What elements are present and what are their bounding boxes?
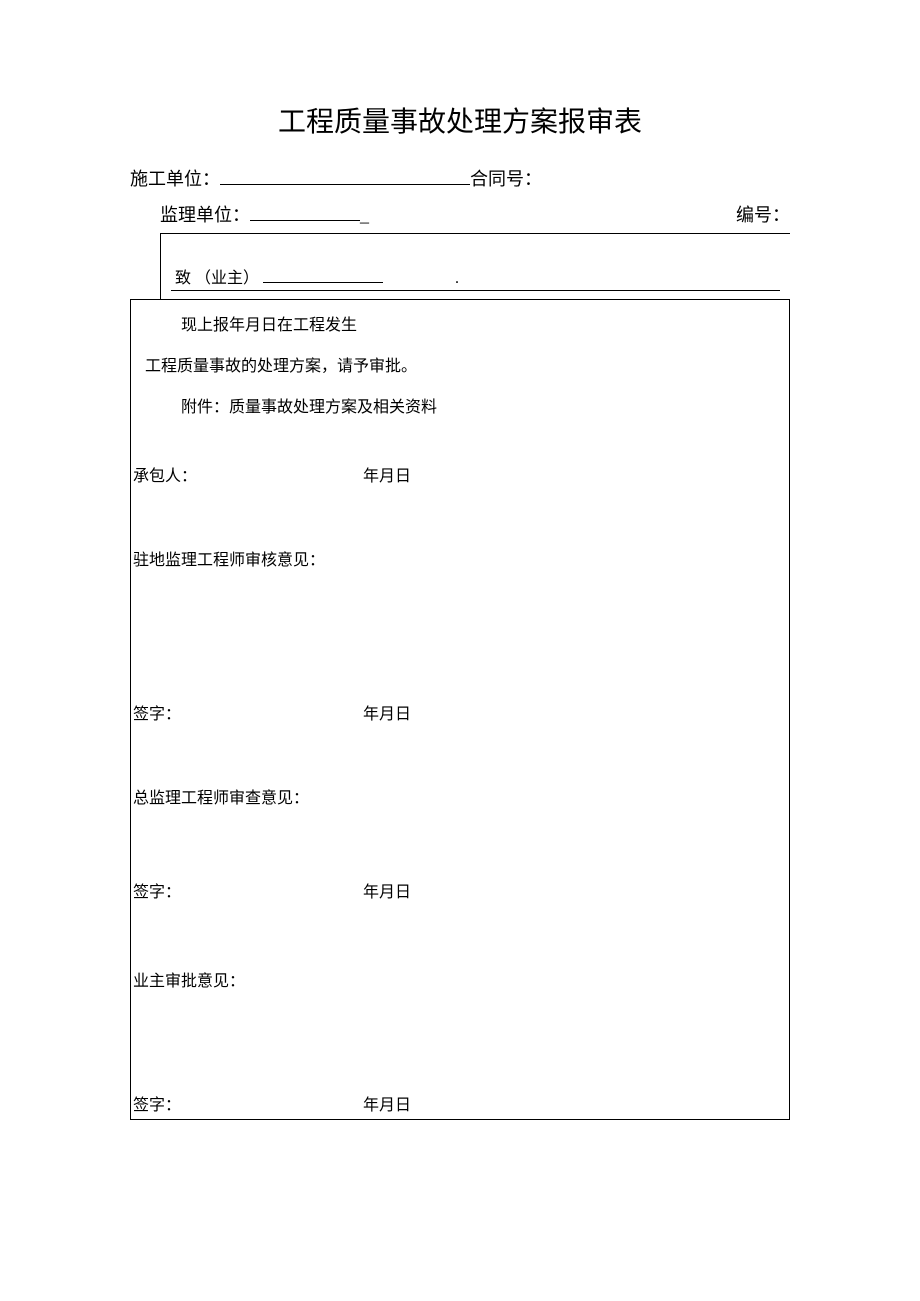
to-owner-dot: . [387, 270, 527, 288]
construction-unit-blank [220, 167, 470, 185]
report-line-2: 工程质量事故的处理方案，请予审批。 [131, 349, 789, 390]
form-box: 致 （业主） . 现上报年月日在工程发生 工程质量事故的处理方案，请予审批。 附… [130, 233, 790, 1120]
attachment-line: 附件：质量事故处理方案及相关资料 [131, 390, 789, 443]
supervision-unit-label: 监理单位： [160, 201, 250, 227]
contractor-sign-row: 承包人： 年月日 [131, 442, 789, 526]
owner-approval-label: 业主审批意见： [133, 973, 245, 990]
chief-engineer-label: 总监理工程师审查意见： [133, 790, 309, 807]
construction-unit-field: 施工单位： [130, 165, 470, 191]
chief-engineer-sign-row: 签字： 年月日 [131, 858, 789, 947]
to-owner-label: 致 （业主） [175, 264, 259, 288]
owner-approval-opinion: 业主审批意见： [131, 947, 789, 1031]
resident-engineer-date: 年月日 [363, 700, 411, 724]
resident-engineer-sign-label: 签字： [133, 700, 363, 724]
chief-engineer-opinion: 总监理工程师审查意见： [131, 764, 789, 858]
serial-no-field: 编号： [736, 201, 790, 227]
owner-sign-label: 签字： [133, 1091, 363, 1115]
contractor-date: 年月日 [363, 462, 411, 486]
serial-no-label: 编号： [736, 201, 790, 227]
supervision-unit-field: 监理单位： _ [160, 201, 369, 227]
main-table: 现上报年月日在工程发生 工程质量事故的处理方案，请予审批。 附件：质量事故处理方… [130, 299, 790, 1119]
construction-unit-label: 施工单位： [130, 165, 220, 191]
resident-engineer-label: 驻地监理工程师审核意见： [133, 552, 325, 569]
owner-sign-row: 签字： 年月日 [131, 1031, 789, 1119]
underscore-trail: _ [360, 205, 369, 226]
report-line-1: 现上报年月日在工程发生 [131, 300, 789, 349]
chief-engineer-date: 年月日 [363, 878, 411, 902]
contract-no-field: 合同号： [470, 165, 542, 191]
owner-sign-date: 年月日 [363, 1091, 411, 1115]
header-row-2: 监理单位： _ 编号： [130, 201, 790, 227]
form-title: 工程质量事故处理方案报审表 [130, 100, 790, 140]
supervision-unit-blank [250, 203, 360, 221]
resident-engineer-sign-row: 签字： 年月日 [131, 680, 789, 764]
chief-engineer-sign-label: 签字： [133, 878, 363, 902]
to-owner-row: 致 （业主） . [171, 264, 780, 291]
contract-no-label: 合同号： [470, 165, 542, 191]
to-owner-blank [263, 269, 383, 283]
contractor-label: 承包人： [133, 462, 363, 486]
resident-engineer-opinion: 驻地监理工程师审核意见： [131, 526, 789, 680]
to-owner-box: 致 （业主） . [160, 233, 790, 299]
header-row-1: 施工单位： 合同号： [130, 165, 790, 191]
